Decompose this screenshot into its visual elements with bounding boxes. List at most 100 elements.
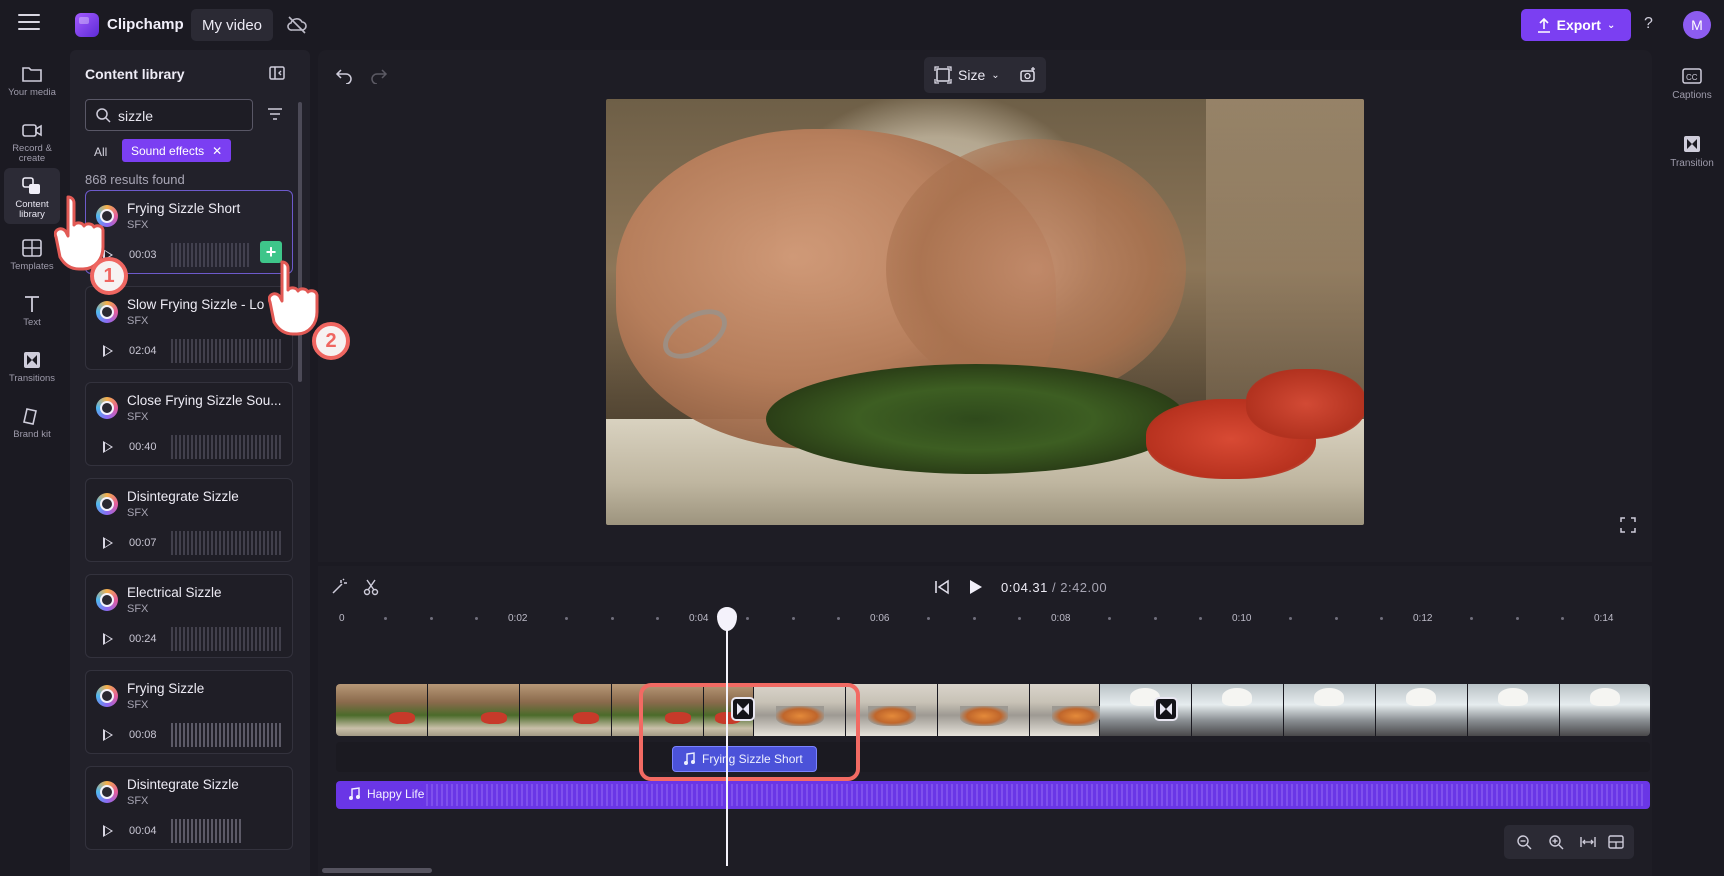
play-icon[interactable] <box>103 825 113 837</box>
clip-thumbnail <box>520 684 612 736</box>
sfx-card[interactable]: Disintegrate Sizzle SFX 00:07 <box>85 478 293 562</box>
waveform <box>171 627 283 651</box>
tab-all[interactable]: All <box>94 145 107 159</box>
ruler-tick <box>474 617 478 620</box>
video-track[interactable] <box>336 684 1650 736</box>
transition-button[interactable]: Transition <box>1664 122 1720 169</box>
sfx-title: Disintegrate Sizzle <box>127 489 239 504</box>
size-button[interactable]: Size ⌄ <box>934 65 1000 85</box>
search-input[interactable] <box>118 106 248 126</box>
sfx-card[interactable]: Close Frying Sizzle Sou... SFX 00:40 <box>85 382 293 466</box>
sfx-card[interactable]: Disintegrate Sizzle SFX 00:04 <box>85 766 293 850</box>
timeline-scrollbar[interactable] <box>322 868 432 873</box>
nav-text[interactable]: Text <box>4 286 60 342</box>
play-icon[interactable] <box>103 441 113 453</box>
nav-brand-kit[interactable]: Brand kit <box>4 398 60 454</box>
transition-marker-icon[interactable] <box>1154 697 1178 721</box>
waveform <box>171 723 283 747</box>
sfx-title: Frying Sizzle <box>127 681 205 696</box>
track-layout-icon[interactable] <box>1608 834 1624 850</box>
captions-button[interactable]: CC Captions <box>1664 54 1720 101</box>
nav-label: Brand kit <box>13 429 51 440</box>
sfx-card[interactable]: Electrical Sizzle SFX 00:24 <box>85 574 293 658</box>
nav-label: Record & create <box>12 143 52 164</box>
close-icon[interactable]: ✕ <box>212 144 222 158</box>
nav-transitions[interactable]: Transitions <box>4 342 60 398</box>
play-icon[interactable] <box>103 633 113 645</box>
fullscreen-icon[interactable] <box>1620 517 1636 533</box>
content-library-panel: Content library All Sound effects ✕ 868 … <box>70 50 310 876</box>
upload-icon <box>1537 17 1550 33</box>
undo-icon[interactable] <box>335 66 353 84</box>
ruler-tick <box>1515 617 1519 620</box>
templates-icon <box>22 239 42 257</box>
ruler-label: 0:12 <box>1413 613 1433 624</box>
nav-label: Templates <box>10 261 54 272</box>
zoom-out-icon[interactable] <box>1516 834 1532 850</box>
clip-thumbnail <box>938 684 1030 736</box>
nav-content-library[interactable]: Content library <box>4 168 60 224</box>
play-icon[interactable] <box>103 729 113 741</box>
hamburger-menu-icon[interactable] <box>18 14 40 34</box>
nav-templates[interactable]: Templates <box>4 230 60 286</box>
audio-track[interactable] <box>336 742 1650 772</box>
time-display: 0:04.31 / 2:42.00 <box>1001 580 1107 595</box>
clipchamp-logo-icon <box>75 13 99 37</box>
captions-icon: CC <box>1682 68 1702 84</box>
sfx-title: Frying Sizzle Short <box>127 201 241 216</box>
panel-title: Content library <box>85 66 185 82</box>
nav-record-create[interactable]: Record & create <box>4 112 60 168</box>
size-toolbar: Size ⌄ <box>924 57 1046 93</box>
ruler-tick <box>791 617 795 620</box>
nav-your-media[interactable]: Your media <box>4 56 60 112</box>
sfx-duration: 00:24 <box>129 633 157 645</box>
sfx-type: SFX <box>127 219 149 231</box>
sfx-duration: 02:04 <box>129 345 157 357</box>
play-icon[interactable] <box>103 537 113 549</box>
panel-scrollbar[interactable] <box>298 102 302 382</box>
play-button-icon[interactable] <box>968 578 984 596</box>
search-box[interactable] <box>85 99 253 131</box>
ruler-label: 0 <box>339 613 345 624</box>
scissors-icon[interactable] <box>362 578 380 596</box>
ruler-label: 0:14 <box>1594 613 1614 624</box>
step-1-badge: 1 <box>90 257 128 295</box>
clip-thumbnail <box>1376 684 1468 736</box>
help-icon[interactable]: ? <box>1644 15 1653 33</box>
camera-icon <box>22 124 42 137</box>
redo-icon[interactable] <box>370 66 388 84</box>
chevron-down-icon: ⌄ <box>1606 19 1616 31</box>
magic-camera-icon[interactable] <box>1019 66 1037 84</box>
magic-wand-icon[interactable] <box>330 578 348 596</box>
music-track[interactable]: Happy Life <box>336 781 1650 809</box>
sfx-icon <box>96 685 118 707</box>
cloud-off-icon[interactable] <box>286 15 308 35</box>
filter-icon[interactable] <box>266 105 284 123</box>
avatar[interactable]: M <box>1683 11 1711 39</box>
highlight-annotation <box>639 683 860 781</box>
project-title-button[interactable]: My video <box>191 9 273 41</box>
ruler-tick <box>1334 617 1338 620</box>
right-panel: CC Captions Transition <box>1660 50 1724 876</box>
aspect-ratio-icon <box>934 66 952 84</box>
play-icon[interactable] <box>103 345 113 357</box>
sfx-card[interactable]: Slow Frying Sizzle - Lo SFX 02:04 <box>85 286 293 370</box>
zoom-in-icon[interactable] <box>1548 834 1564 850</box>
sfx-card[interactable]: Frying Sizzle SFX 00:08 <box>85 670 293 754</box>
zoom-toolbar <box>1504 825 1634 859</box>
ruler-tick <box>1379 617 1383 620</box>
transition-icon <box>1684 136 1700 152</box>
ruler-tick <box>429 617 433 620</box>
sfx-duration: 00:04 <box>129 825 157 837</box>
filter-chip-sound-effects[interactable]: Sound effects ✕ <box>122 139 232 162</box>
collapse-panel-icon[interactable] <box>268 64 286 82</box>
fit-timeline-icon[interactable] <box>1580 834 1596 850</box>
sfx-type: SFX <box>127 603 149 615</box>
skip-back-icon[interactable] <box>933 578 951 596</box>
ruler-tick <box>1153 617 1157 620</box>
export-button[interactable]: Export ⌄ <box>1521 9 1631 41</box>
clip-thumbnail <box>1284 684 1376 736</box>
playhead-line[interactable] <box>726 620 728 866</box>
size-label: Size <box>958 67 986 83</box>
video-preview[interactable] <box>606 99 1364 525</box>
